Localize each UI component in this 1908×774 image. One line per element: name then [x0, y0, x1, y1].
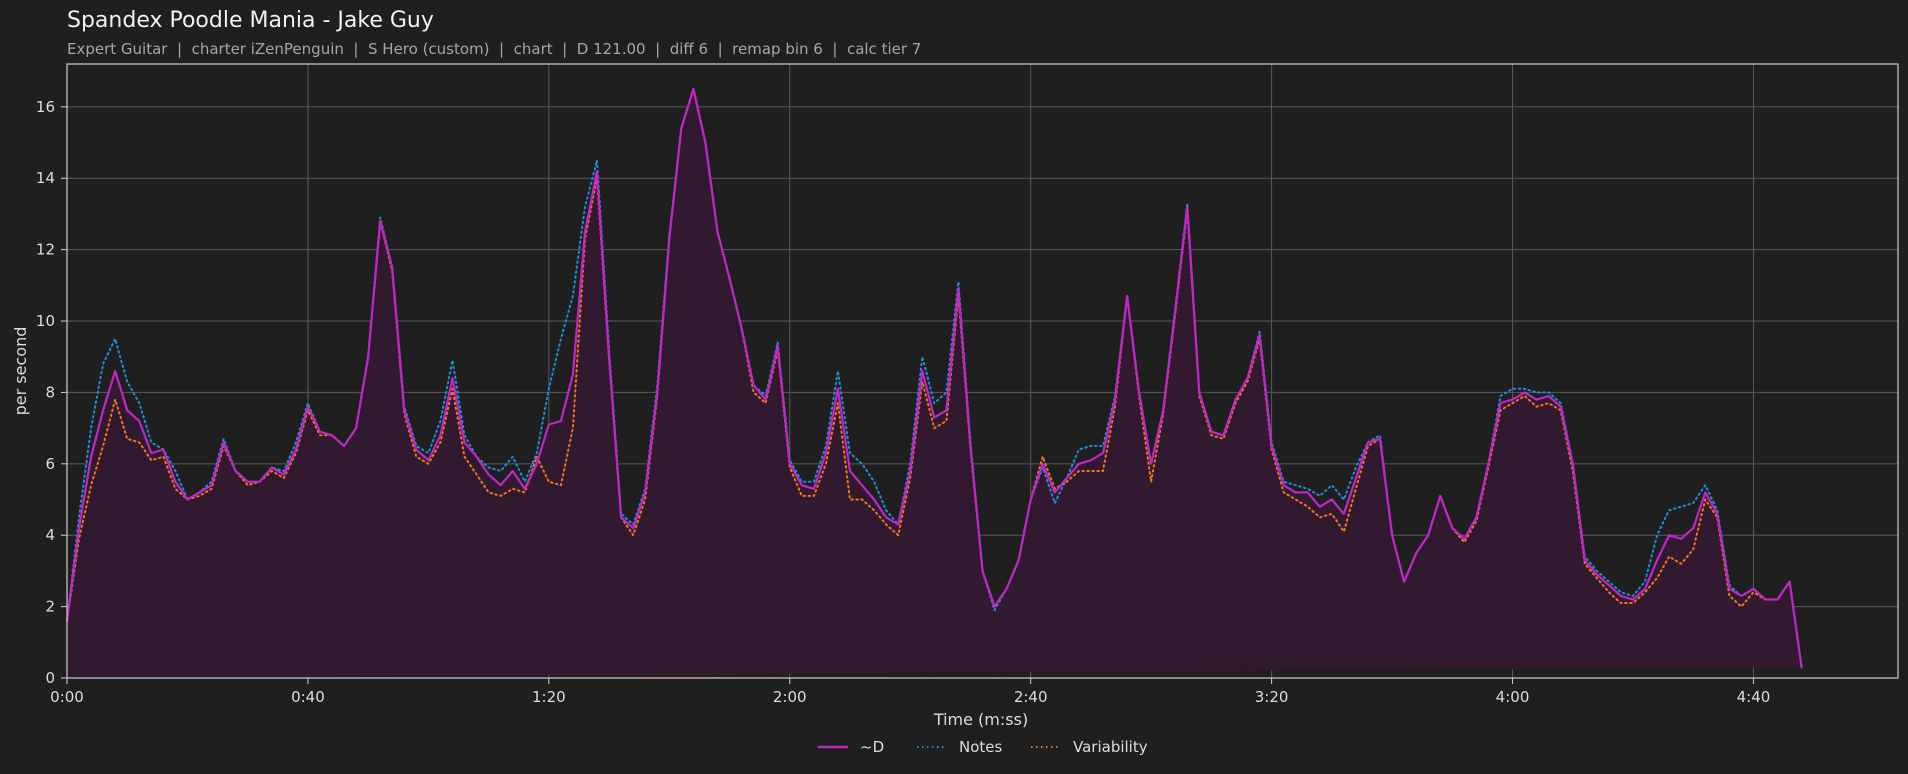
legend-label: Notes: [959, 738, 1003, 756]
x-tick-label: 2:40: [1014, 688, 1048, 706]
y-axis-ticks: 0 2 4 6 8 10 12 14 16: [36, 98, 67, 687]
x-tick-label: 0:00: [50, 688, 84, 706]
x-axis-label: Time (m:ss): [933, 710, 1028, 729]
chart-svg: Spandex Poodle Mania - Jake Guy Expert G…: [11, 8, 1899, 756]
x-tick-label: 4:40: [1737, 688, 1771, 706]
x-tick-label: 3:20: [1255, 688, 1289, 706]
x-axis-ticks: 0:00 0:40 1:20 2:00 2:40 3:20 4:00 4:40: [50, 678, 1770, 706]
chart-subtitle: Expert Guitar | charter iZenPenguin | S …: [67, 40, 921, 58]
legend-label: Variability: [1073, 738, 1148, 756]
y-tick-label: 14: [36, 169, 55, 187]
y-tick-label: 12: [36, 241, 55, 259]
x-tick-label: 4:00: [1496, 688, 1530, 706]
y-tick-label: 8: [45, 383, 55, 401]
y-tick-label: 0: [45, 669, 55, 687]
y-tick-label: 16: [36, 98, 55, 116]
legend: ~D Notes Variability: [818, 738, 1148, 756]
chart-title: Spandex Poodle Mania - Jake Guy: [67, 8, 434, 33]
y-tick-label: 6: [45, 455, 55, 473]
y-axis-label: per second: [11, 327, 30, 416]
chart-root: Spandex Poodle Mania - Jake Guy Expert G…: [0, 0, 1908, 774]
y-tick-label: 2: [45, 598, 55, 616]
x-tick-label: 0:40: [291, 688, 325, 706]
x-tick-label: 2:00: [773, 688, 807, 706]
x-tick-label: 1:20: [532, 688, 566, 706]
y-tick-label: 10: [36, 312, 55, 330]
y-tick-label: 4: [45, 526, 55, 544]
legend-label: ~D: [860, 738, 884, 756]
